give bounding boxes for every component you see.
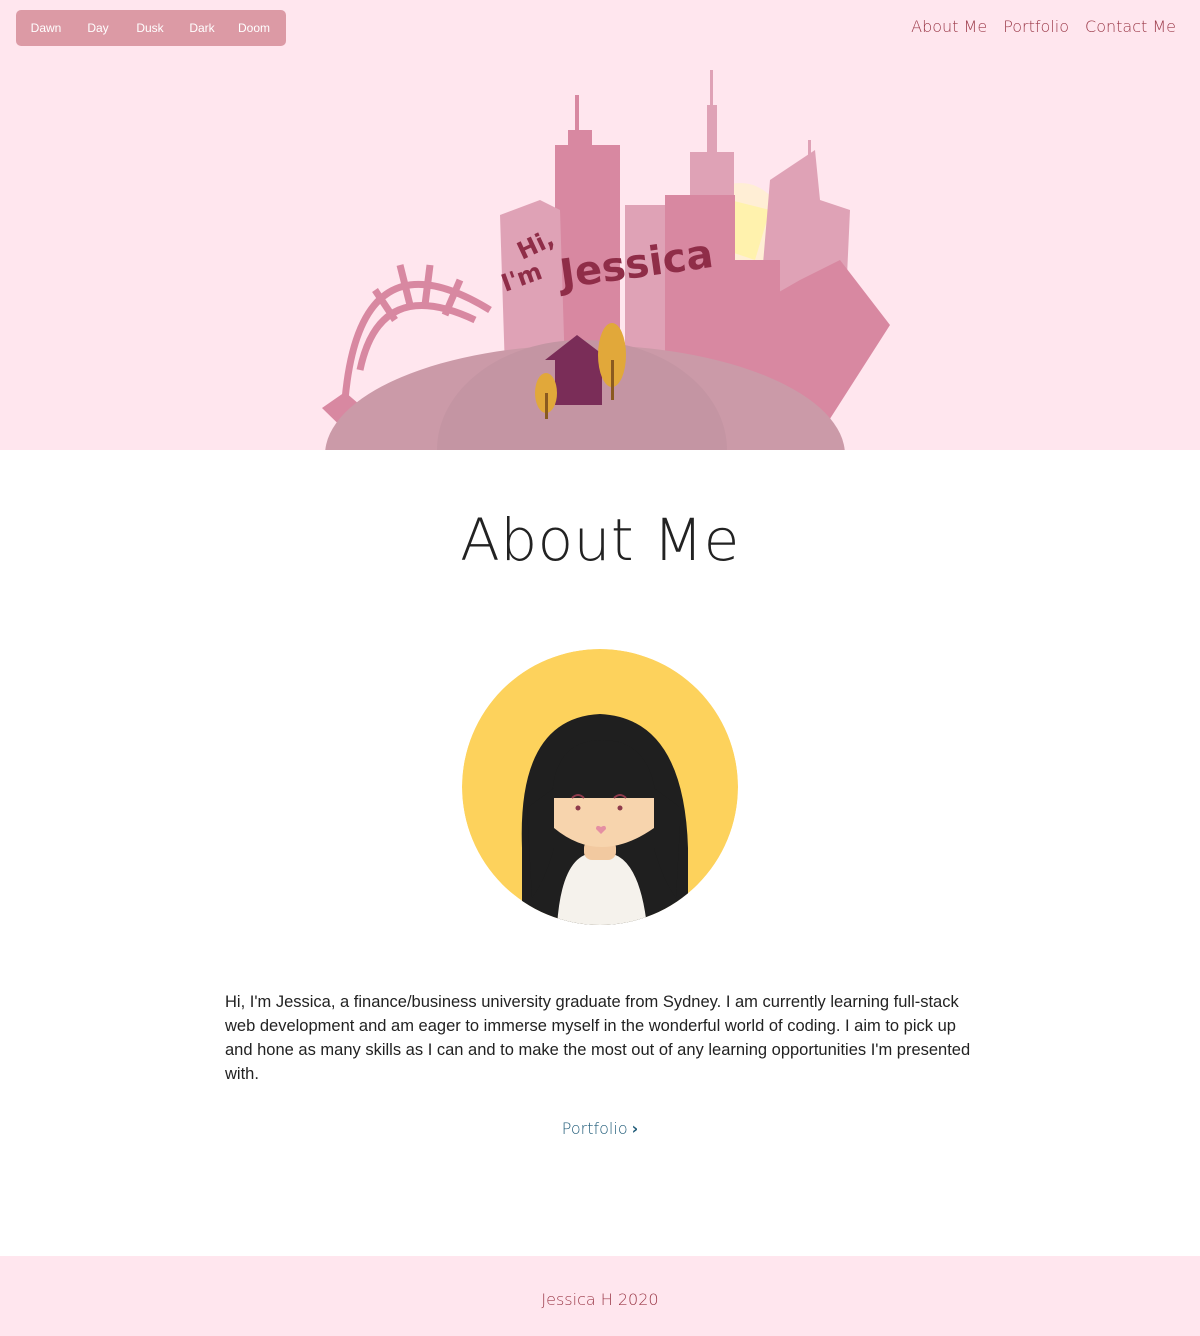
theme-dawn-button[interactable]: Dawn — [20, 21, 72, 35]
footer-text: Jessica H 2020 — [541, 1290, 659, 1309]
nav-contact-me[interactable]: Contact Me — [1085, 17, 1176, 36]
theme-switcher: Dawn Day Dusk Dark Doom — [16, 10, 286, 46]
portfolio-link-label: Portfolio — [561, 1119, 628, 1138]
nav-about-me[interactable]: About Me — [911, 17, 987, 36]
about-me-heading: About Me — [460, 506, 740, 574]
footer: Jessica H 2020 — [0, 1256, 1200, 1336]
hero-banner: Dawn Day Dusk Dark Doom About Me Portfol… — [0, 0, 1200, 450]
sydney-skyline-illustration: Hi, I'm Jessica — [322, 70, 890, 450]
theme-dusk-button[interactable]: Dusk — [124, 21, 176, 35]
theme-day-button[interactable]: Day — [72, 21, 124, 35]
theme-dark-button[interactable]: Dark — [176, 21, 228, 35]
main-nav: About Me Portfolio Contact Me — [911, 17, 1176, 36]
chevron-right-icon: › — [631, 1119, 639, 1138]
nav-portfolio[interactable]: Portfolio — [1003, 17, 1069, 36]
theme-doom-button[interactable]: Doom — [228, 21, 280, 35]
portfolio-link[interactable]: Portfolio › — [0, 1119, 1200, 1138]
bio-text: Hi, I'm Jessica, a finance/business univ… — [225, 993, 971, 1083]
avatar — [462, 649, 738, 925]
